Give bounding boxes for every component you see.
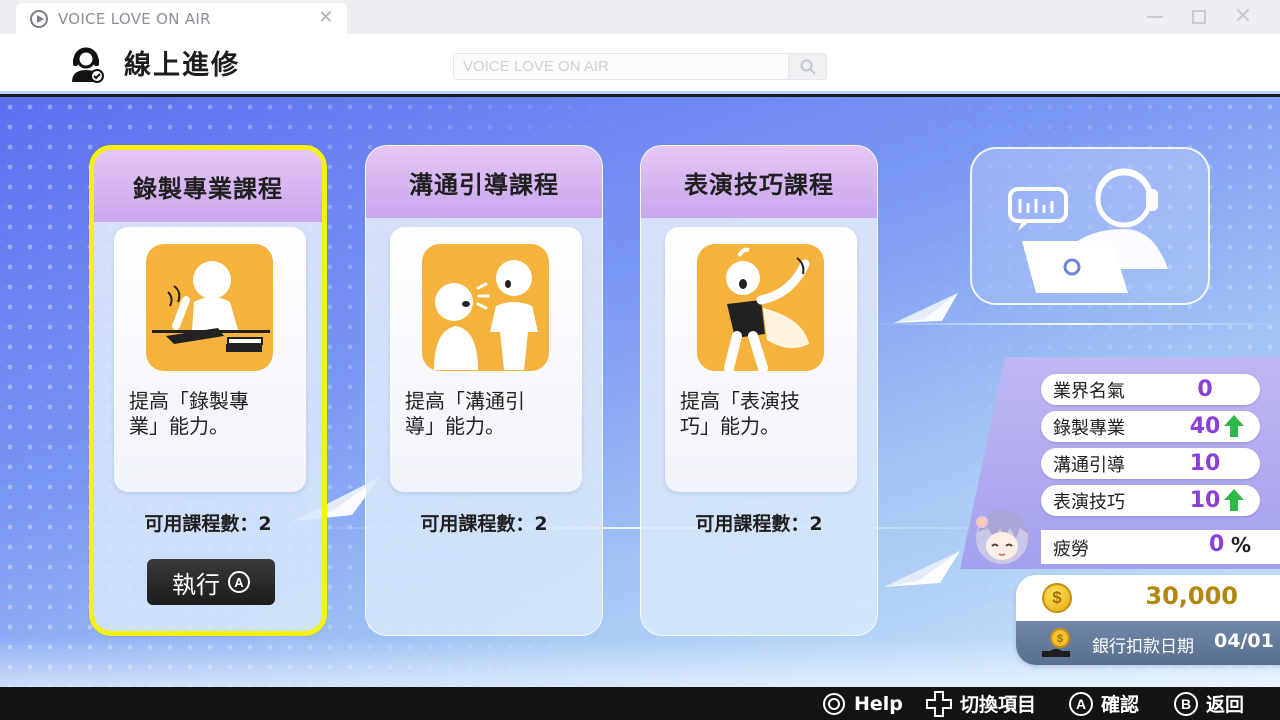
button-hint-bar: Help 切換項目 A 確認 B 返回 (0, 687, 1280, 720)
bank-date-value: 04/01 (1214, 630, 1274, 652)
stat-communication: 溝通引導 10 (1041, 448, 1260, 479)
dpad-icon (926, 690, 952, 717)
course-description: 提高「溝通引導」能力。 (405, 389, 525, 438)
course-card-communication[interactable]: 溝通引導課程 提高「溝通引導」能力。 可用課程數：2 (365, 145, 603, 636)
stat-label: 業界名氣 (1053, 380, 1125, 402)
course-title: 表演技巧課程 (641, 146, 877, 218)
course-description: 提高「表演技巧」能力。 (680, 389, 800, 438)
a-button-icon: A (1069, 691, 1093, 716)
online-study-illustration (970, 147, 1210, 305)
svg-text:$: $ (1057, 633, 1063, 645)
performing-figure-icon (697, 244, 824, 371)
help-hint[interactable]: Help (822, 687, 903, 720)
up-arrow-icon (1224, 415, 1244, 437)
hint-label: 切換項目 (960, 694, 1037, 716)
close-icon: ✕ (1233, 4, 1253, 29)
character-portrait-icon (976, 510, 1028, 564)
person-with-laptop-icon (1008, 168, 1168, 293)
bank-row: $ 銀行扣款日期 04/01 (1016, 621, 1280, 665)
close-window-button[interactable]: ✕ (1232, 6, 1254, 28)
course-detail-panel: 提高「溝通引導」能力。 (390, 227, 582, 492)
bank-date-label: 銀行扣款日期 (1092, 637, 1194, 657)
course-detail-panel: 提高「錄製專業」能力。 (114, 227, 306, 492)
money-row: $ 30,000 (1016, 575, 1280, 621)
page-title: 線上進修 (124, 50, 240, 81)
page-header: 線上進修 (0, 34, 1280, 94)
coin-icon: $ (1042, 583, 1072, 613)
play-circle-icon (30, 9, 48, 28)
available-course-count: 可用課程數：2 (144, 513, 272, 535)
hint-label: 返回 (1206, 694, 1245, 716)
paper-plane-icon (884, 551, 960, 587)
course-card-recording[interactable]: 錄製專業課程 提高「錄製專業」能力。 可用課程數：2 執行 A (89, 145, 327, 636)
available-course-count: 可用課程數：2 (420, 513, 548, 535)
available-course-count: 可用課程數：2 (695, 513, 823, 535)
confirm-hint[interactable]: A 確認 (1069, 687, 1139, 720)
course-title: 溝通引導課程 (366, 146, 602, 218)
fatigue-unit: % (1231, 533, 1252, 557)
up-arrow-icon (1224, 489, 1244, 511)
course-card-performance[interactable]: 表演技巧課程 提高「表演技巧」能力。 可用課程數：2 (640, 145, 878, 636)
money-value: 30,000 (1145, 582, 1238, 610)
stat-value: 0 (1197, 377, 1213, 402)
stat-label: 溝通引導 (1053, 454, 1125, 476)
stick-icon (823, 692, 845, 715)
fatigue-label: 疲勞 (1053, 539, 1089, 560)
search-button[interactable] (788, 54, 826, 79)
maximize-icon (1192, 10, 1206, 24)
maximize-button[interactable] (1188, 6, 1210, 28)
hand-coin-icon: $ (1042, 628, 1070, 657)
window-tab-strip: VOICE LOVE ON AIR ✕ ✕ (0, 0, 1280, 34)
paper-plane-icon (894, 293, 958, 323)
hint-label: Help (854, 692, 903, 715)
back-hint[interactable]: B 返回 (1174, 687, 1244, 720)
execute-button[interactable]: 執行 A (147, 559, 275, 605)
search-input[interactable] (454, 54, 788, 79)
course-detail-panel: 提高「表演技巧」能力。 (665, 227, 857, 492)
course-title: 錄製專業課程 (94, 150, 322, 222)
window-controls: ✕ (1144, 6, 1254, 28)
money-panel: $ 30,000 $ 銀行扣款日期 04/01 (1016, 575, 1280, 665)
stat-value: 10 (1189, 451, 1221, 476)
tab-title: VOICE LOVE ON AIR (58, 9, 211, 28)
search-icon (800, 59, 816, 75)
hint-label: 確認 (1101, 694, 1140, 716)
writing-figure-icon (146, 244, 273, 371)
stat-label: 錄製專業 (1053, 417, 1125, 439)
switch-item-hint[interactable]: 切換項目 (926, 687, 1036, 720)
search-box (453, 53, 827, 80)
execute-label: 執行 (172, 570, 220, 599)
talking-figures-icon (422, 244, 549, 371)
fatigue-value: 0 (1209, 532, 1225, 557)
stat-label: 表演技巧 (1053, 491, 1125, 513)
stat-recording: 錄製專業 40 (1041, 411, 1260, 442)
b-button-icon: B (1174, 691, 1198, 716)
stat-performance: 表演技巧 10 (1041, 485, 1260, 516)
app-tab[interactable]: VOICE LOVE ON AIR ✕ (16, 3, 347, 34)
stat-fame: 業界名氣 0 (1041, 374, 1260, 405)
a-button-icon: A (228, 571, 250, 593)
minimize-button[interactable] (1144, 6, 1166, 28)
fatigue-row: 疲勞 0 % (1041, 530, 1280, 564)
headset-person-icon (72, 47, 104, 83)
minimize-icon (1147, 16, 1163, 18)
course-description: 提高「錄製專業」能力。 (129, 389, 249, 438)
tab-close-icon[interactable]: ✕ (317, 9, 335, 27)
